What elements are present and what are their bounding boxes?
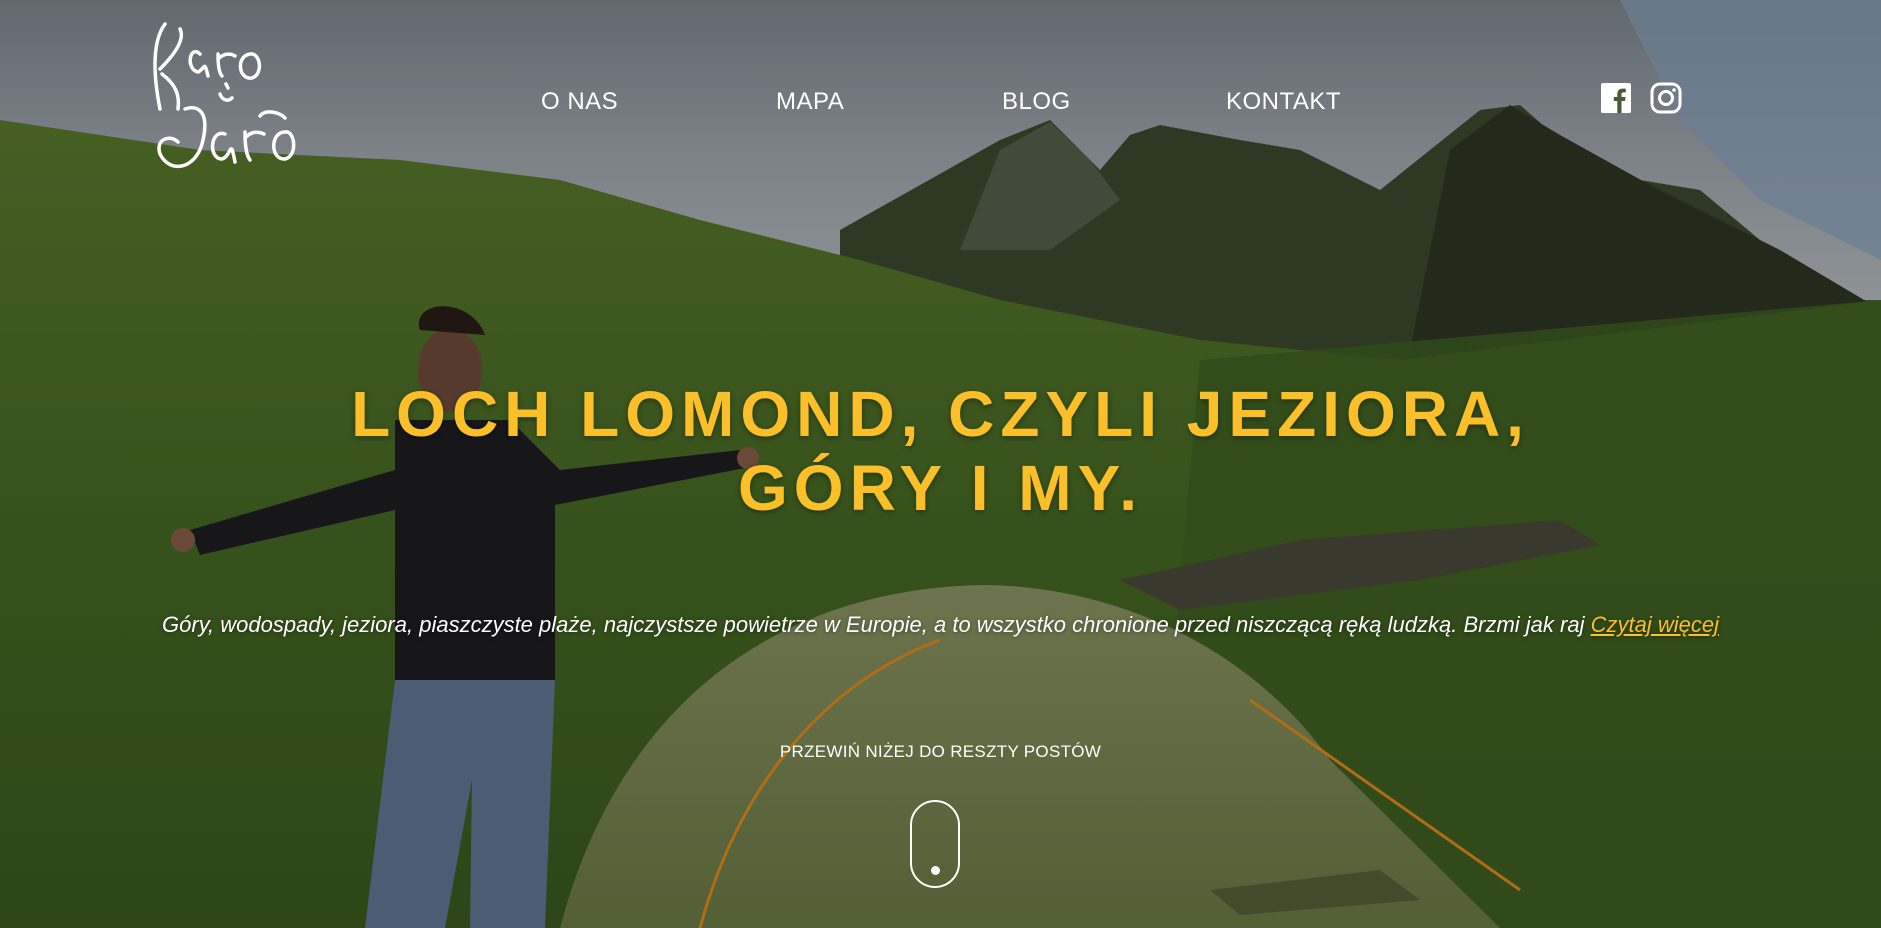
post-title-line-2: GÓRY I MY. — [738, 451, 1143, 524]
scroll-mouse-dot — [931, 866, 940, 875]
scroll-hint: PRZEWIŃ NIŻEJ DO RESZTY POSTÓW — [779, 742, 1102, 761]
scroll-mouse-icon[interactable] — [910, 800, 960, 888]
post-excerpt-text: Góry, wodospady, jeziora, piaszczyste pl… — [162, 612, 1585, 637]
nav-item-kontakt[interactable]: KONTAKT — [1226, 88, 1341, 116]
social-links — [1600, 82, 1682, 114]
hero-section: O NAS MAPA BLOG KONTAKT LOCH LOMOND, CZY… — [0, 0, 1881, 928]
post-excerpt: Góry, wodospady, jeziora, piaszczyste pl… — [0, 612, 1881, 638]
read-more-link[interactable]: Czytaj więcej — [1591, 612, 1719, 637]
nav-item-mapa[interactable]: MAPA — [776, 88, 844, 116]
facebook-icon[interactable] — [1600, 82, 1632, 114]
post-title[interactable]: LOCH LOMOND, CZYLI JEZIORA, GÓRY I MY. — [0, 378, 1881, 525]
post-title-line-1: LOCH LOMOND, CZYLI JEZIORA, — [351, 378, 1530, 450]
main-nav: O NAS MAPA BLOG KONTAKT — [0, 88, 1881, 118]
nav-item-o-nas[interactable]: O NAS — [541, 88, 618, 116]
nav-item-blog[interactable]: BLOG — [1002, 88, 1071, 116]
instagram-icon[interactable] — [1650, 82, 1682, 114]
